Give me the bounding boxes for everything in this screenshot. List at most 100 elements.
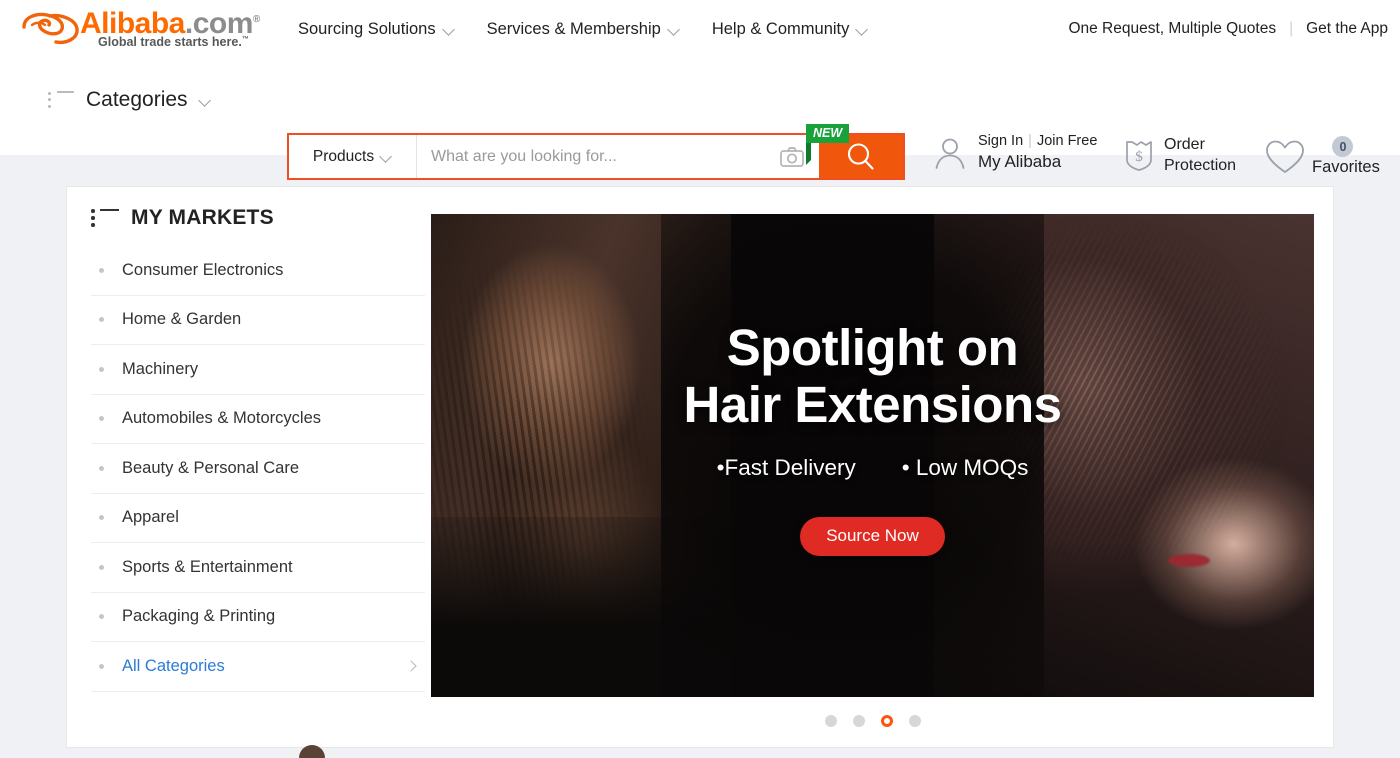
sidebar-item-label: Consumer Electronics bbox=[122, 260, 284, 279]
carousel-dot-3-active[interactable] bbox=[880, 715, 893, 727]
sidebar-item-label: Beauty & Personal Care bbox=[122, 458, 300, 477]
bullet-icon bbox=[99, 366, 104, 372]
bullet-icon bbox=[99, 564, 104, 570]
hero-feature-fast-delivery: •Fast Delivery bbox=[716, 455, 856, 481]
bullet-icon bbox=[99, 663, 104, 669]
favorites-link[interactable]: 0 Favorites bbox=[1264, 136, 1380, 177]
search-input[interactable] bbox=[431, 147, 779, 166]
alibaba-logo[interactable]: Alibaba.com® Global trade starts here.™ bbox=[14, 5, 264, 53]
nav-item-help-community[interactable]: Help & Community bbox=[712, 20, 869, 39]
account-menu[interactable]: Sign In | Join Free My Alibaba bbox=[932, 132, 1097, 174]
bullet-icon bbox=[99, 614, 104, 620]
categories-menu-button[interactable]: Categories bbox=[48, 88, 211, 112]
new-badge-label: NEW bbox=[806, 124, 850, 144]
sidebar-item-packaging-printing[interactable]: Packaging & Printing bbox=[91, 593, 425, 642]
hero-feature-low-moqs: • Low MOQs bbox=[901, 455, 1029, 481]
my-markets-sidebar: MY MARKETS Consumer Electronics Home & G… bbox=[91, 206, 425, 692]
carousel-dot-4[interactable] bbox=[908, 715, 921, 727]
list-icon bbox=[91, 208, 119, 228]
carousel-pagination bbox=[431, 715, 1314, 727]
user-icon bbox=[935, 138, 965, 169]
source-now-button[interactable]: Source Now bbox=[800, 517, 945, 557]
sign-in-link[interactable]: Sign In bbox=[978, 133, 1023, 149]
sidebar-item-label: Sports & Entertainment bbox=[122, 557, 293, 576]
hero-banner-title: Spotlight on Hair Extensions bbox=[684, 319, 1062, 433]
shield-dollar-icon: $ bbox=[1126, 141, 1152, 172]
logo-tagline: Global trade starts here.™ bbox=[98, 35, 249, 49]
bullet-icon bbox=[99, 267, 104, 273]
bullet-icon bbox=[99, 465, 104, 471]
site-header: Alibaba.com® Global trade starts here.™ … bbox=[0, 0, 1400, 180]
bullet-icon bbox=[99, 515, 104, 521]
nav-label: Sourcing Solutions bbox=[298, 19, 436, 38]
logo-tm-mark: ™ bbox=[241, 35, 249, 43]
sidebar-item-machinery[interactable]: Machinery bbox=[91, 345, 425, 395]
primary-nav: Sourcing Solutions Services & Membership… bbox=[298, 20, 868, 39]
search-field-wrap bbox=[417, 135, 819, 178]
sidebar-item-label: Home & Garden bbox=[122, 310, 242, 329]
sidebar-item-apparel[interactable]: Apparel bbox=[91, 494, 425, 543]
bullet-icon bbox=[99, 317, 104, 323]
bullet-icon bbox=[99, 416, 104, 422]
nav-label: Help & Community bbox=[711, 19, 850, 38]
new-badge-tail bbox=[806, 143, 811, 166]
account-divider: | bbox=[1028, 133, 1032, 149]
alibaba-swoosh-icon bbox=[22, 12, 79, 45]
sidebar-item-all-categories[interactable]: All Categories bbox=[91, 642, 425, 692]
sidebar-item-sports-entertainment[interactable]: Sports & Entertainment bbox=[91, 543, 425, 593]
carousel-dot-1[interactable] bbox=[824, 715, 837, 727]
top-bar: Alibaba.com® Global trade starts here.™ … bbox=[0, 0, 1400, 58]
order-protection-link[interactable]: $ Order Protection bbox=[1122, 134, 1236, 177]
chevron-right-icon bbox=[407, 662, 416, 671]
one-request-multiple-quotes-link[interactable]: One Request, Multiple Quotes bbox=[1068, 20, 1276, 38]
my-markets-title: MY MARKETS bbox=[131, 206, 274, 229]
order-protection-line2: Protection bbox=[1164, 157, 1237, 175]
svg-text:$: $ bbox=[1135, 149, 1143, 165]
order-protection-line1: Order bbox=[1164, 136, 1205, 153]
hero-title-line2: Hair Extensions bbox=[683, 376, 1062, 434]
sidebar-item-label: Packaging & Printing bbox=[122, 607, 276, 626]
main-card: MY MARKETS Consumer Electronics Home & G… bbox=[66, 186, 1334, 748]
utility-separator: | bbox=[1289, 20, 1294, 37]
join-free-link[interactable]: Join Free bbox=[1037, 133, 1097, 149]
hero-title-line1: Spotlight on bbox=[726, 319, 1019, 376]
sidebar-item-home-garden[interactable]: Home & Garden bbox=[91, 296, 425, 345]
nav-label: Services & Membership bbox=[486, 19, 661, 38]
favorites-labels: 0 Favorites bbox=[1312, 136, 1380, 177]
hero-banner-features: •Fast Delivery • Low MOQs bbox=[717, 455, 1029, 481]
my-markets-header: MY MARKETS bbox=[91, 206, 425, 230]
carousel-dot-2[interactable] bbox=[852, 715, 865, 727]
nav-item-sourcing-solutions[interactable]: Sourcing Solutions bbox=[298, 20, 455, 39]
category-list: Consumer Electronics Home & Garden Machi… bbox=[91, 246, 425, 692]
get-the-app-link[interactable]: Get the App bbox=[1306, 20, 1388, 38]
sidebar-item-label: Machinery bbox=[122, 359, 199, 378]
hero-banner[interactable]: Spotlight on Hair Extensions •Fast Deliv… bbox=[431, 214, 1314, 697]
chevron-down-icon bbox=[200, 95, 211, 106]
sidebar-item-label: All Categories bbox=[122, 656, 225, 675]
list-icon bbox=[48, 91, 74, 109]
logo-registered-mark: ® bbox=[252, 14, 260, 25]
camera-icon[interactable] bbox=[779, 146, 805, 168]
categories-label: Categories bbox=[86, 88, 188, 111]
chevron-down-icon bbox=[857, 24, 868, 35]
new-badge: NEW bbox=[806, 124, 850, 166]
sidebar-item-label: Apparel bbox=[122, 508, 179, 527]
nav-item-services-membership[interactable]: Services & Membership bbox=[487, 20, 680, 39]
account-labels: Sign In | Join Free My Alibaba bbox=[978, 132, 1097, 174]
sidebar-item-automobiles-motorcycles[interactable]: Automobiles & Motorcycles bbox=[91, 395, 425, 444]
order-protection-labels: Order Protection bbox=[1164, 134, 1236, 177]
search-row: Categories Products What are you looking… bbox=[0, 58, 1400, 180]
favorites-label: Favorites bbox=[1312, 158, 1380, 176]
chevron-down-icon bbox=[669, 24, 680, 35]
sidebar-item-consumer-electronics[interactable]: Consumer Electronics bbox=[91, 246, 425, 296]
heart-icon bbox=[1266, 140, 1304, 173]
sidebar-item-beauty-personal-care[interactable]: Beauty & Personal Care bbox=[91, 444, 425, 494]
utility-nav: One Request, Multiple Quotes | Get the A… bbox=[1068, 20, 1400, 38]
chevron-down-icon bbox=[444, 24, 455, 35]
favorites-count-badge: 0 bbox=[1332, 136, 1354, 157]
hero-banner-content: Spotlight on Hair Extensions •Fast Deliv… bbox=[431, 214, 1314, 697]
search-scope-dropdown[interactable]: Products bbox=[289, 135, 417, 178]
search-scope-label: Products bbox=[312, 147, 375, 165]
sidebar-item-label: Automobiles & Motorcycles bbox=[122, 409, 321, 428]
my-alibaba-link[interactable]: My Alibaba bbox=[978, 151, 1097, 173]
